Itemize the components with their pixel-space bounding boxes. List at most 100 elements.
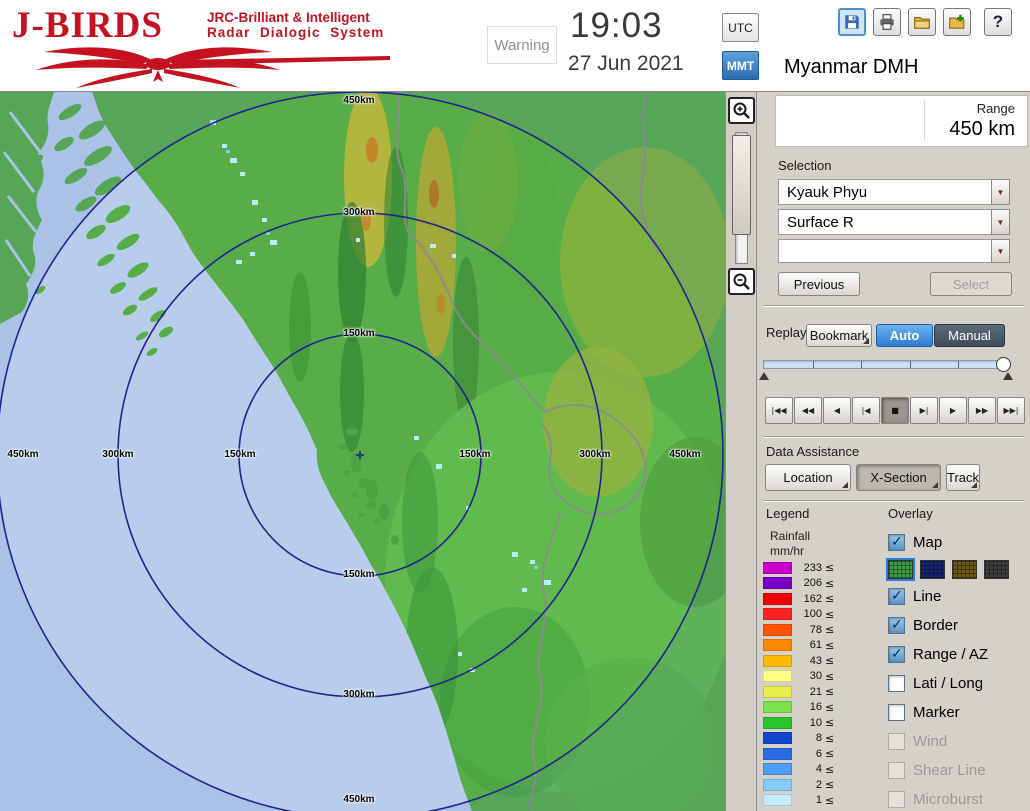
- timeline-thumb[interactable]: [996, 357, 1011, 372]
- playback-button[interactable]: ■: [881, 397, 909, 424]
- legend-value: 4: [796, 763, 822, 775]
- data-assistance-button[interactable]: X-Section: [856, 464, 941, 491]
- playback-button[interactable]: |◀: [852, 397, 880, 424]
- legend-row: 78 ≤: [763, 623, 834, 636]
- selection-section-label: Selection: [778, 158, 831, 173]
- data-assistance-buttons: Location X-Section Track: [765, 464, 980, 491]
- legend-color-swatch: [763, 608, 792, 620]
- overlay-checkbox[interactable]: [888, 675, 905, 692]
- map-style-swatch[interactable]: [984, 560, 1009, 579]
- timezone-button[interactable]: UTC: [722, 13, 759, 42]
- legend-row: 233 ≤: [763, 561, 834, 574]
- overlay-row: Shear Line: [888, 756, 1028, 785]
- legend-scale: 233 ≤ 206 ≤ 162 ≤ 100: [763, 561, 834, 809]
- zoom-out-button[interactable]: [728, 268, 755, 295]
- toolbar: ?: [838, 8, 1012, 36]
- overlay-checkbox[interactable]: [888, 617, 905, 634]
- playback-button[interactable]: ▶: [939, 397, 967, 424]
- legend-color-swatch: [763, 593, 792, 605]
- zoom-slider-thumb[interactable]: [732, 135, 751, 235]
- overlay-item-label: Microburst: [913, 791, 983, 808]
- save-button[interactable]: [838, 8, 866, 36]
- selection-dropdown-3-value[interactable]: [778, 239, 991, 263]
- data-assistance-button[interactable]: Location: [765, 464, 851, 491]
- print-button[interactable]: [873, 8, 901, 36]
- overlay-checkbox[interactable]: [888, 646, 905, 663]
- save-icon: [843, 13, 861, 31]
- map-style-swatches: [888, 556, 1028, 582]
- overlay-checkbox[interactable]: [888, 733, 905, 750]
- legend-operator: ≤: [825, 701, 834, 714]
- data-assistance-label: Data Assistance: [766, 444, 859, 459]
- selection-dropdown-1-arrow[interactable]: ▼: [991, 179, 1010, 205]
- timeline-track[interactable]: [763, 360, 1008, 369]
- legend-value: 8: [796, 732, 822, 744]
- app-window: J-BIRDS JRC-Brilliant & Intelligent Rada…: [0, 0, 1030, 811]
- overlay-checkbox[interactable]: [888, 791, 905, 808]
- overlay-section-label: Overlay: [888, 506, 933, 521]
- legend-operator: ≤: [825, 794, 834, 807]
- select-button[interactable]: Select: [930, 272, 1012, 296]
- timeline-tick: [813, 361, 814, 368]
- overlay-checkbox[interactable]: [888, 762, 905, 779]
- control-panel: Range 450 km Selection Kyauk Phyu ▼ Surf…: [757, 92, 1030, 811]
- legend-row: 206 ≤: [763, 577, 834, 590]
- selection-dropdown-2-arrow[interactable]: ▼: [991, 209, 1010, 235]
- map-style-swatch[interactable]: [920, 560, 945, 579]
- add-folder-button[interactable]: [943, 8, 971, 36]
- auto-button[interactable]: Auto: [876, 324, 933, 347]
- playback-button[interactable]: |◀◀: [765, 397, 793, 424]
- folder-plus-icon: [948, 13, 966, 31]
- range-label: Range: [977, 101, 1015, 116]
- legend-operator: ≤: [825, 670, 834, 683]
- legend-value: 21: [796, 686, 822, 698]
- overlay-row: Line: [888, 582, 1028, 611]
- overlay-row: Microburst: [888, 785, 1028, 811]
- legend-row: 2 ≤: [763, 778, 834, 791]
- print-icon: [878, 13, 896, 31]
- selection-dropdown-2-value[interactable]: Surface R: [778, 209, 991, 235]
- open-folder-button[interactable]: [908, 8, 936, 36]
- previous-button[interactable]: Previous: [778, 272, 860, 296]
- map-style-swatch[interactable]: [888, 560, 913, 579]
- playback-button[interactable]: ▶|: [910, 397, 938, 424]
- radar-map[interactable]: 450km 300km 150km 150km 300km 450km 450k…: [0, 92, 725, 811]
- legend-value: 16: [796, 701, 822, 713]
- map-checkbox[interactable]: [888, 534, 905, 551]
- time-display: 19:03: [570, 6, 663, 46]
- playback-button[interactable]: ▶▶|: [997, 397, 1025, 424]
- legend-operator: ≤: [825, 561, 834, 574]
- bookmark-button[interactable]: Bookmark: [806, 324, 872, 347]
- playback-button[interactable]: ◀◀: [794, 397, 822, 424]
- playback-button[interactable]: ◀: [823, 397, 851, 424]
- data-assistance-button[interactable]: Track: [946, 464, 980, 491]
- date-display: 27 Jun 2021: [568, 52, 684, 76]
- legend-value: 1: [796, 794, 822, 806]
- zoom-in-button[interactable]: [728, 97, 755, 124]
- legend-operator: ≤: [825, 763, 834, 776]
- map-style-swatch[interactable]: [952, 560, 977, 579]
- legend-value: 6: [796, 748, 822, 760]
- legend-row: 6 ≤: [763, 747, 834, 760]
- playback-button[interactable]: ▶▶: [968, 397, 996, 424]
- legend-color-swatch: [763, 748, 792, 760]
- manual-button[interactable]: Manual: [934, 324, 1005, 347]
- help-button[interactable]: ?: [984, 8, 1012, 36]
- zoom-controls: [725, 92, 757, 811]
- legend-value: 233: [796, 562, 822, 574]
- playback-controls: |◀◀ ◀◀ ◀ |◀ ■ ▶| ▶ ▶▶ ▶▶|: [765, 397, 1025, 424]
- legend-value: 10: [796, 717, 822, 729]
- timezone-button[interactable]: MMT: [722, 51, 759, 80]
- overlay-checkbox[interactable]: [888, 588, 905, 605]
- legend-color-swatch: [763, 639, 792, 651]
- selection-dropdown-1-value[interactable]: Kyauk Phyu: [778, 179, 991, 205]
- range-value: 450 km: [949, 118, 1015, 141]
- logo-subtitle: JRC-Brilliant & Intelligent Radar Dialog…: [207, 10, 384, 40]
- overlay-checkbox[interactable]: [888, 704, 905, 721]
- overlay-item-label: Shear Line: [913, 762, 986, 779]
- timeline-tick: [861, 361, 862, 368]
- legend-value: 100: [796, 608, 822, 620]
- separator: [763, 500, 1024, 502]
- selection-dropdown-2: Surface R ▼: [778, 209, 1010, 235]
- selection-dropdown-3-arrow[interactable]: ▼: [991, 239, 1010, 263]
